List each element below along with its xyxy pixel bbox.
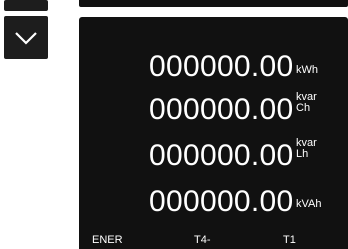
meter-display: 000000.00 kWh 000000.00 kvar Ch 000000.0… <box>79 17 348 249</box>
reading-unit-bottom: Lh <box>296 148 309 160</box>
display-footer: ENER T4- T1 <box>79 231 348 247</box>
reading-unit-bottom: Ch <box>296 102 311 114</box>
tariff-label: T1 <box>283 234 296 246</box>
reading-value: 000000.00 <box>149 50 294 83</box>
reading-value: 000000.00 <box>149 185 294 218</box>
reading-value: 000000.00 <box>149 139 294 172</box>
up-button[interactable] <box>4 0 48 11</box>
reading-unit: kVAh <box>296 198 322 210</box>
down-button[interactable] <box>4 16 48 59</box>
display-top-edge <box>79 0 348 7</box>
tariff-range-label: T4- <box>194 234 211 246</box>
reading-unit: kWh <box>296 64 318 76</box>
reading-value: 000000.00 <box>149 93 294 126</box>
mode-label: ENER <box>92 234 123 246</box>
chevron-down-icon <box>14 30 38 46</box>
